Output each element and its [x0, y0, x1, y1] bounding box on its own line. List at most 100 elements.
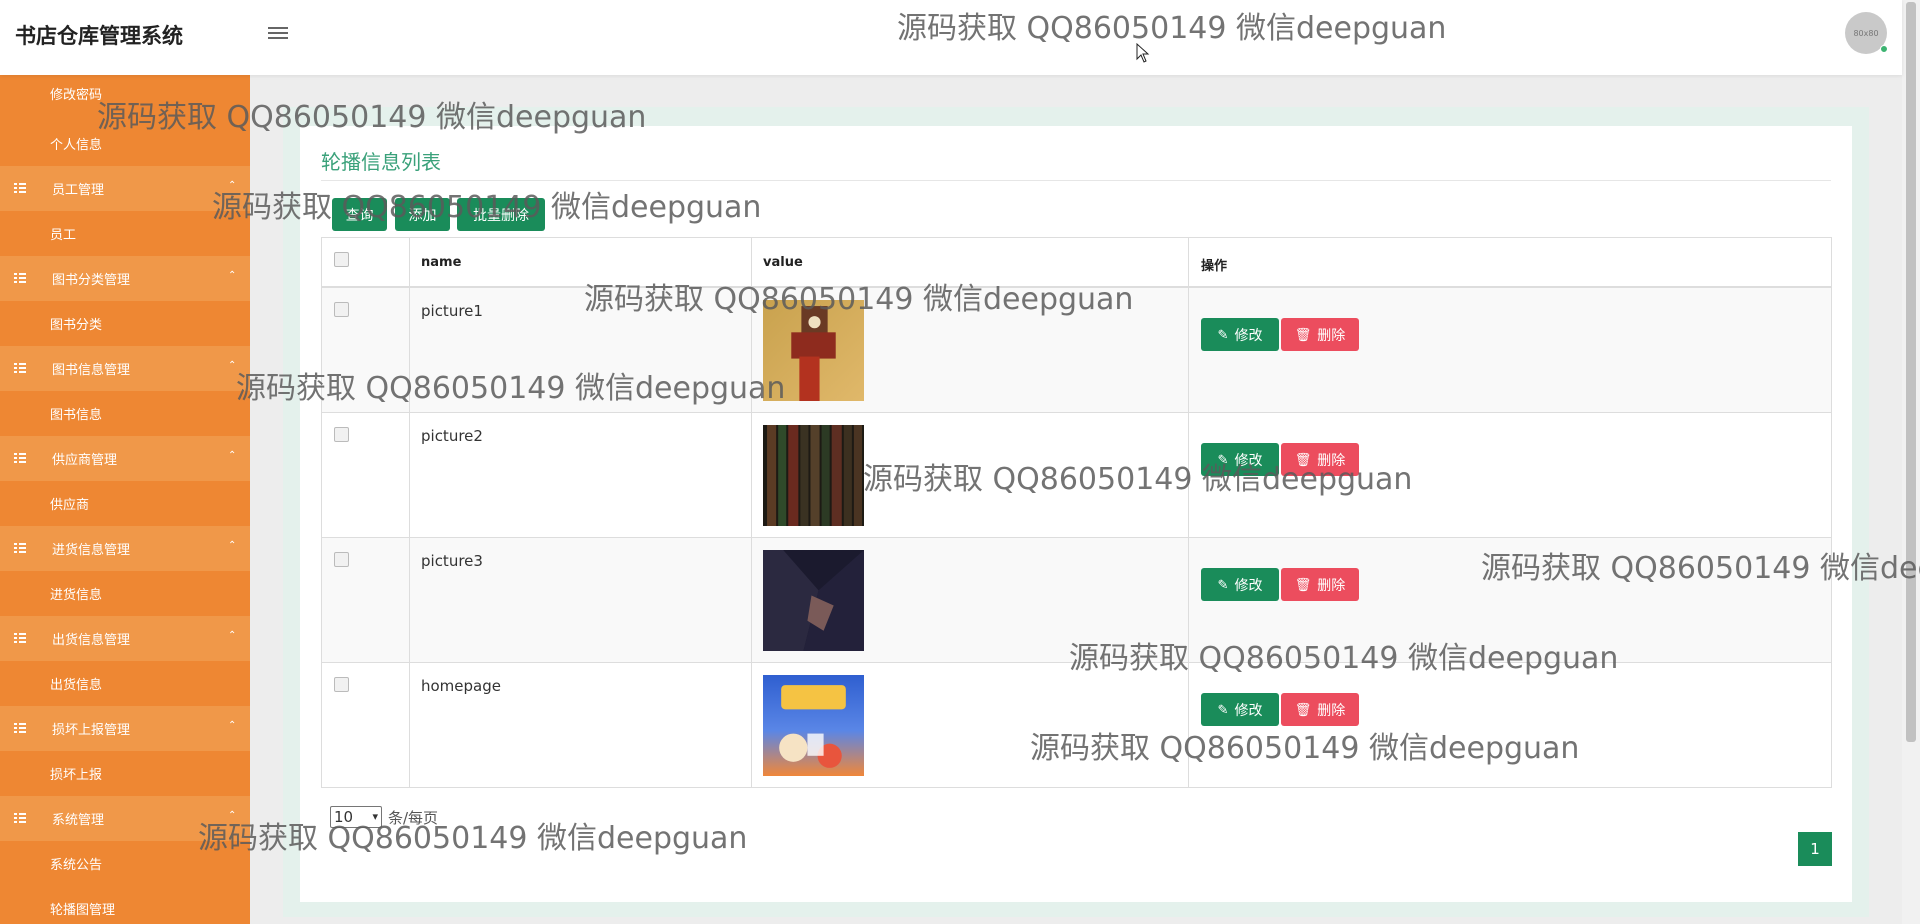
sidebar-item-label: 图书分类	[50, 318, 103, 333]
sidebar-group-label: 供应商管理	[52, 453, 118, 468]
column-divider	[409, 238, 410, 787]
delete-button[interactable]: 🗑 删除	[1281, 693, 1359, 726]
sidebar-group-staff[interactable]: 员工管理 ⌃	[0, 166, 250, 211]
sidebar-item-label: 轮播图管理	[50, 903, 116, 918]
sidebar-item-damage[interactable]: 损坏上报	[0, 751, 250, 796]
edit-label: 修改	[1234, 576, 1263, 593]
app-title: 书店仓库管理系统	[15, 24, 183, 48]
chevron-down-icon: ▾	[372, 810, 378, 823]
grid-icon	[14, 813, 26, 823]
row-name: homepage	[421, 677, 501, 695]
page-button-current[interactable]: 1	[1798, 832, 1832, 866]
chevron-up-icon: ⌃	[228, 630, 237, 641]
edit-label: 修改	[1234, 326, 1263, 343]
sidebar-group-shipment[interactable]: 出货信息管理 ⌃	[0, 616, 250, 661]
sidebar-item-book-category[interactable]: 图书分类	[0, 301, 250, 346]
sidebar-item-label: 员工	[50, 228, 77, 243]
carousel-image-thumbnail	[763, 675, 864, 776]
per-page-label: 条/每页	[388, 809, 439, 827]
sidebar-item-book-info[interactable]: 图书信息	[0, 391, 250, 436]
sidebar-item-carousel[interactable]: 轮播图管理	[0, 886, 250, 924]
hamburger-menu-icon[interactable]	[268, 24, 288, 42]
chevron-up-icon: ⌃	[228, 720, 237, 731]
column-header-name: name	[421, 255, 462, 270]
row-checkbox[interactable]	[334, 677, 349, 692]
edit-button[interactable]: ✎ 修改	[1201, 693, 1279, 726]
sidebar-item-label: 系统公告	[50, 858, 103, 873]
sidebar-item-label: 进货信息	[50, 588, 103, 603]
row-checkbox[interactable]	[334, 302, 349, 317]
batch-delete-button[interactable]: 批量删除	[457, 198, 545, 231]
add-button[interactable]: 添加	[395, 198, 450, 231]
trash-icon: 🗑	[1294, 701, 1312, 717]
grid-icon	[14, 273, 26, 283]
sidebar-item-label: 损坏上报	[50, 768, 103, 783]
delete-button[interactable]: 🗑 删除	[1281, 568, 1359, 601]
sidebar-item-label: 供应商	[50, 498, 90, 513]
per-page-select[interactable]: 10 ▾	[330, 806, 382, 828]
delete-button[interactable]: 🗑 删除	[1281, 318, 1359, 351]
edit-label: 修改	[1234, 701, 1263, 718]
carousel-image-thumbnail	[763, 425, 864, 526]
table-header: name value 操作	[322, 238, 1831, 288]
sidebar-group-label: 图书分类管理	[52, 273, 131, 288]
row-checkbox[interactable]	[334, 552, 349, 567]
page-title: 轮播信息列表	[321, 150, 441, 174]
column-header-actions: 操作	[1201, 259, 1228, 274]
edit-icon: ✎	[1217, 451, 1229, 467]
sidebar-item-profile[interactable]: 个人信息	[0, 121, 250, 166]
chevron-up-icon: ⌃	[228, 450, 237, 461]
table-row: picture2 ✎ 修改 🗑 删除	[322, 413, 1831, 538]
page-scrollbar[interactable]	[1902, 0, 1920, 924]
sidebar-group-label: 图书信息管理	[52, 363, 131, 378]
select-all-checkbox[interactable]	[334, 252, 349, 267]
sidebar-group-label: 进货信息管理	[52, 543, 131, 558]
column-divider	[1188, 238, 1189, 787]
edit-button[interactable]: ✎ 修改	[1201, 443, 1279, 476]
sidebar-group-label: 员工管理	[52, 183, 105, 198]
sidebar-group-label: 出货信息管理	[52, 633, 131, 648]
chevron-up-icon: ⌃	[228, 810, 237, 821]
scrollbar-thumb[interactable]	[1906, 2, 1916, 742]
edit-label: 修改	[1234, 451, 1263, 468]
carousel-table: name value 操作 picture1 ✎ 修改 🗑 删除 picture2	[321, 237, 1832, 788]
edit-button[interactable]: ✎ 修改	[1201, 318, 1279, 351]
trash-icon: 🗑	[1294, 326, 1312, 342]
per-page-value: 10	[334, 808, 354, 826]
sidebar-group-book-category[interactable]: 图书分类管理 ⌃	[0, 256, 250, 301]
sidebar-item-change-password[interactable]: 修改密码	[0, 75, 250, 121]
sidebar-item-purchase[interactable]: 进货信息	[0, 571, 250, 616]
sidebar: 修改密码 个人信息 员工管理 ⌃ 员工 图书分类管理 ⌃ 图书分类 图书信息管理…	[0, 75, 250, 924]
edit-icon: ✎	[1217, 576, 1229, 592]
sidebar-group-label: 损坏上报管理	[52, 723, 131, 738]
grid-icon	[14, 723, 26, 733]
sidebar-item-shipment[interactable]: 出货信息	[0, 661, 250, 706]
carousel-image-thumbnail	[763, 300, 864, 401]
sidebar-group-book-info[interactable]: 图书信息管理 ⌃	[0, 346, 250, 391]
row-checkbox[interactable]	[334, 427, 349, 442]
sidebar-group-supplier[interactable]: 供应商管理 ⌃	[0, 436, 250, 481]
delete-label: 删除	[1317, 576, 1346, 593]
sidebar-group-system[interactable]: 系统管理 ⌃	[0, 796, 250, 841]
table-row: picture3 ✎ 修改 🗑 删除	[322, 538, 1831, 663]
column-header-value: value	[763, 255, 803, 270]
sidebar-group-label: 系统管理	[52, 813, 105, 828]
sidebar-item-label: 出货信息	[50, 678, 103, 693]
sidebar-item-announcement[interactable]: 系统公告	[0, 841, 250, 886]
delete-label: 删除	[1317, 451, 1346, 468]
edit-button[interactable]: ✎ 修改	[1201, 568, 1279, 601]
delete-button[interactable]: 🗑 删除	[1281, 443, 1359, 476]
mouse-cursor-icon	[1136, 43, 1150, 63]
trash-icon: 🗑	[1294, 451, 1312, 467]
query-button[interactable]: 查询	[332, 198, 387, 231]
sidebar-group-damage[interactable]: 损坏上报管理 ⌃	[0, 706, 250, 751]
sidebar-group-purchase[interactable]: 进货信息管理 ⌃	[0, 526, 250, 571]
table-row: homepage ✎ 修改 🗑 删除	[322, 663, 1831, 788]
grid-icon	[14, 543, 26, 553]
row-name: picture1	[421, 302, 483, 320]
sidebar-item-supplier[interactable]: 供应商	[0, 481, 250, 526]
grid-icon	[14, 363, 26, 373]
delete-label: 删除	[1317, 701, 1346, 718]
sidebar-item-staff[interactable]: 员工	[0, 211, 250, 256]
chevron-up-icon: ⌃	[228, 270, 237, 281]
